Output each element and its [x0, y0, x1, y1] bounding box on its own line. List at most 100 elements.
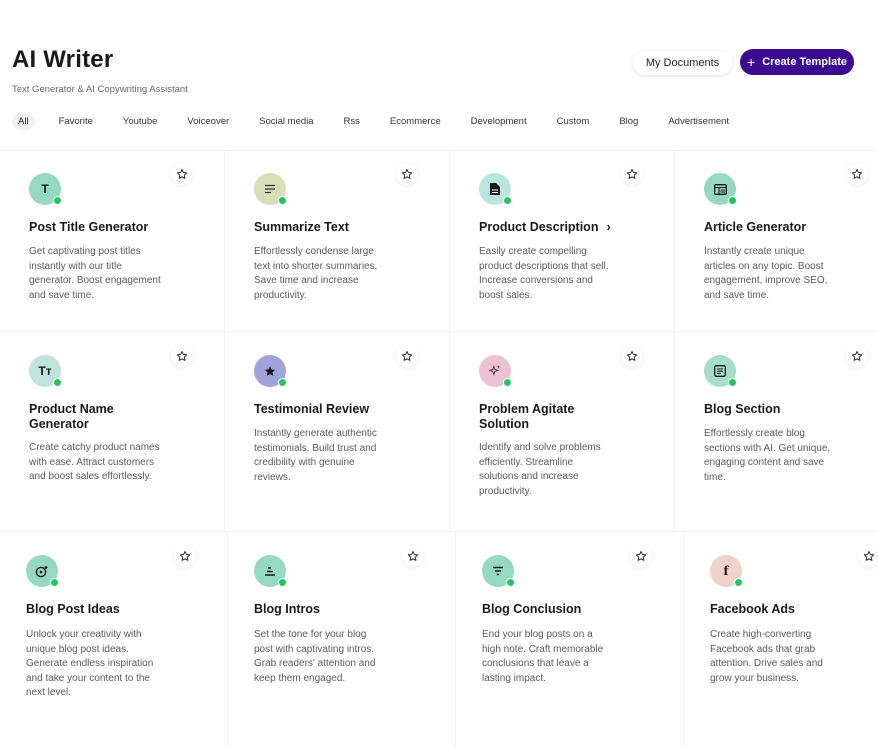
status-online-indicator: [53, 378, 62, 387]
favorite-star-icon[interactable]: [171, 163, 193, 185]
template-card-facebook-ads[interactable]: f Facebook Ads Create high-converting Face…: [684, 532, 878, 748]
star-filled-icon: [254, 355, 287, 387]
card-title-text: Problem Agitate Solution: [479, 402, 575, 431]
card-description: Identify and solve problems efficiently.…: [479, 442, 601, 497]
filter-tab-advertisement[interactable]: Advertisement: [662, 114, 735, 130]
status-online-indicator: [53, 196, 62, 205]
page-header: AI Writer Text Generator & AI Copywritin…: [0, 0, 878, 150]
icon-glyph: Tт: [38, 364, 52, 378]
template-card-post-title-generator[interactable]: T Post Title Generator Get captivating pos…: [0, 151, 225, 332]
document-icon: [479, 173, 512, 205]
card-description: Create high-converting Facebook ads that…: [710, 629, 823, 684]
status-online-indicator: [278, 378, 287, 387]
chevron-right-icon: ›: [606, 219, 611, 234]
card-title: Product Name Generator: [29, 402, 139, 431]
favorite-star-icon[interactable]: [846, 345, 868, 367]
status-online-indicator: [506, 578, 515, 587]
favorite-star-icon[interactable]: [846, 163, 868, 185]
facebook-icon: f: [710, 555, 743, 587]
create-template-button[interactable]: + Create Template: [740, 49, 854, 75]
icon-glyph: f: [723, 564, 729, 578]
card-title: Facebook Ads: [710, 602, 878, 617]
template-card-blog-section[interactable]: Blog Section Effortlessly create blog sec…: [675, 332, 878, 532]
intro-lines-icon: [254, 555, 287, 587]
template-card-summarize-text[interactable]: Summarize Text Effortlessly condense larg…: [225, 151, 450, 332]
favorite-star-icon[interactable]: [402, 545, 424, 567]
template-card-blog-intros[interactable]: Blog Intros Set the tone for your blog po…: [228, 532, 456, 748]
lines-icon: [254, 173, 287, 205]
filter-tab-ecommerce[interactable]: Ecommerce: [384, 114, 447, 130]
template-card-testimonial-review[interactable]: Testimonial Review Instantly generate aut…: [225, 332, 450, 532]
card-title-text: Facebook Ads: [710, 602, 795, 616]
favorite-star-icon[interactable]: [630, 545, 652, 567]
favorite-star-icon[interactable]: [858, 545, 878, 567]
favorite-star-icon[interactable]: [396, 163, 418, 185]
card-title: Post Title Generator: [29, 220, 205, 235]
template-grid: T Post Title Generator Get captivating pos…: [0, 150, 878, 748]
template-card-blog-conclusion[interactable]: Blog Conclusion End your blog posts on a …: [456, 532, 684, 748]
card-title: Article Generator: [704, 220, 878, 235]
card-title: Testimonial Review: [254, 402, 430, 417]
card-title-text: Product Name Generator: [29, 402, 114, 431]
filter-lines-icon: [482, 555, 515, 587]
card-title: Blog Section: [704, 402, 878, 417]
template-card-problem-agitate-solution[interactable]: Problem Agitate Solution Identify and sol…: [450, 332, 675, 532]
filter-tab-social-media[interactable]: Social media: [253, 114, 319, 130]
card-title-text: Article Generator: [704, 220, 807, 234]
card-description: End your blog posts on a high note. Craf…: [482, 629, 604, 684]
status-online-indicator: [278, 196, 287, 205]
sparkle-icon: [479, 355, 512, 387]
filter-tab-development[interactable]: Development: [465, 114, 533, 130]
filter-tab-voiceover[interactable]: Voiceover: [181, 114, 235, 130]
template-card-product-name-generator[interactable]: Tт Product Name Generator Create catchy pr…: [0, 332, 225, 532]
text-size-icon: Tт: [29, 355, 62, 387]
card-description: Easily create compelling product descrip…: [479, 246, 609, 301]
my-documents-button[interactable]: My Documents: [633, 51, 732, 75]
status-online-indicator: [728, 196, 737, 205]
card-title-text: Summarize Text: [254, 220, 349, 234]
favorite-star-icon[interactable]: [174, 545, 196, 567]
card-title-text: Blog Conclusion: [482, 602, 582, 616]
card-title: Blog Post Ideas: [26, 602, 208, 617]
card-title-text: Testimonial Review: [254, 402, 370, 416]
filter-tab-favorite[interactable]: Favorite: [53, 114, 99, 130]
status-online-indicator: [50, 578, 59, 587]
card-description: Effortlessly condense large text into sh…: [254, 246, 378, 301]
idea-icon: [26, 555, 59, 587]
status-online-indicator: [278, 578, 287, 587]
card-description: Get captivating post titles instantly wi…: [29, 246, 161, 301]
template-card-blog-post-ideas[interactable]: Blog Post Ideas Unlock your creativity wi…: [0, 532, 228, 748]
template-card-article-generator[interactable]: Article Generator Instantly create unique…: [675, 151, 878, 332]
favorite-star-icon[interactable]: [621, 163, 643, 185]
status-online-indicator: [503, 196, 512, 205]
status-online-indicator: [728, 378, 737, 387]
favorite-star-icon[interactable]: [171, 345, 193, 367]
card-description: Unlock your creativity with unique blog …: [26, 629, 154, 699]
card-title-text: Blog Intros: [254, 602, 320, 616]
filter-tab-all[interactable]: All: [12, 114, 35, 130]
card-description: Effortlessly create blog sections with A…: [704, 428, 831, 483]
template-card-product-description[interactable]: Product Description › Easily create compel…: [450, 151, 675, 332]
filter-tab-custom[interactable]: Custom: [551, 114, 596, 130]
card-description: Instantly generate authentic testimonial…: [254, 428, 377, 483]
filter-tab-rss[interactable]: Rss: [338, 114, 366, 130]
card-title-text: Blog Section: [704, 402, 781, 416]
create-template-label: Create Template: [762, 56, 847, 68]
card-description: Instantly create unique articles on any …: [704, 246, 828, 301]
filter-tab-youtube[interactable]: Youtube: [117, 114, 164, 130]
plus-icon: +: [747, 54, 756, 70]
card-title-text: Post Title Generator: [29, 220, 149, 234]
filter-tabs: All Favorite Youtube Voiceover Social media R…: [12, 114, 753, 130]
card-description: Set the tone for your blog post with cap…: [254, 629, 376, 684]
status-online-indicator: [503, 378, 512, 387]
page-subtitle: Text Generator & AI Copywriting Assistan…: [12, 84, 188, 95]
article-icon: [704, 173, 737, 205]
favorite-star-icon[interactable]: [396, 345, 418, 367]
page-title: AI Writer: [12, 46, 114, 73]
filter-tab-blog[interactable]: Blog: [613, 114, 644, 130]
favorite-star-icon[interactable]: [621, 345, 643, 367]
card-title: Problem Agitate Solution: [479, 402, 589, 431]
status-online-indicator: [734, 578, 743, 587]
blog-section-icon: [704, 355, 737, 387]
card-title: Blog Conclusion: [482, 602, 664, 617]
